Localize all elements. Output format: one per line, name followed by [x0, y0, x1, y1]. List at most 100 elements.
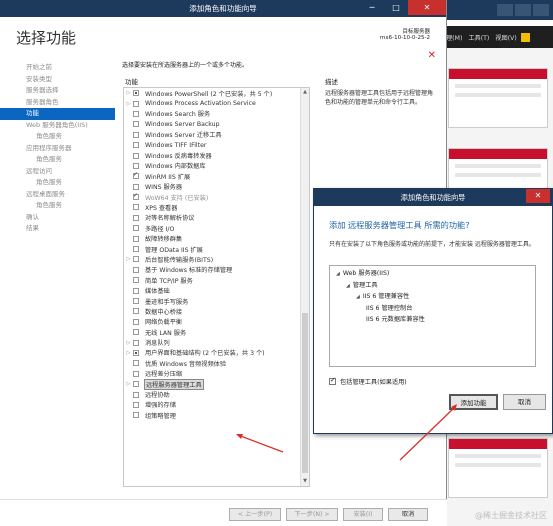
feature-checkbox[interactable]: [133, 214, 139, 221]
previous-button[interactable]: < 上一步(P): [229, 508, 281, 521]
scroll-thumb[interactable]: [302, 313, 308, 473]
nav-item[interactable]: 服务器角色: [0, 97, 115, 109]
menu-view[interactable]: 视图(V): [495, 33, 516, 42]
feature-checkbox[interactable]: [133, 401, 139, 408]
dialog-cancel-button[interactable]: 取消: [503, 394, 546, 410]
include-tools-checkbox[interactable]: 包括管理工具(如果适用): [329, 376, 407, 386]
nav-item[interactable]: 开始之前: [0, 62, 115, 74]
install-button[interactable]: 安装(I): [343, 508, 383, 521]
menu-tools[interactable]: 工具(T): [468, 33, 489, 42]
close-button[interactable]: ✕: [408, 0, 446, 15]
feature-row[interactable]: 墨迹和手写服务: [124, 296, 309, 306]
feature-row[interactable]: WoW64 支持 (已安装): [124, 192, 309, 202]
feature-checkbox[interactable]: [133, 100, 139, 107]
feature-row[interactable]: 无线 LAN 服务: [124, 327, 309, 337]
cancel-button[interactable]: 取消: [388, 508, 428, 521]
menu-manage[interactable]: 理(M): [446, 33, 462, 42]
feature-checkbox[interactable]: [133, 171, 139, 180]
feature-row[interactable]: 增强的存储: [124, 400, 309, 410]
feature-checkbox[interactable]: [133, 391, 139, 398]
feature-row[interactable]: ▷ 后台智能传输服务(BITS): [124, 254, 309, 264]
feature-row[interactable]: Windows 反病毒转发器: [124, 150, 309, 160]
nav-item[interactable]: 角色服务: [0, 154, 115, 166]
feature-row[interactable]: 数据中心桥接: [124, 306, 309, 316]
expand-icon[interactable]: ▷: [124, 381, 133, 387]
feature-checkbox[interactable]: [133, 381, 139, 388]
scroll-up-icon[interactable]: ▲: [301, 88, 309, 97]
feature-row[interactable]: Windows Server Backup: [124, 119, 309, 129]
expand-icon[interactable]: ▷: [124, 90, 133, 96]
nav-item[interactable]: 应用程序服务器: [0, 143, 115, 155]
feature-row[interactable]: 网络负载平衡: [124, 317, 309, 327]
checkbox-checked-icon[interactable]: [329, 376, 336, 385]
feature-checkbox[interactable]: [133, 183, 139, 190]
maximize-button[interactable]: □: [384, 0, 408, 15]
feature-checkbox[interactable]: [133, 121, 139, 128]
feature-checkbox[interactable]: [133, 142, 139, 149]
feature-checkbox[interactable]: [133, 235, 139, 242]
feature-row[interactable]: Windows TIFF IFilter: [124, 140, 309, 150]
feature-checkbox[interactable]: [133, 256, 139, 263]
feature-row[interactable]: 远程协助: [124, 389, 309, 399]
feature-checkbox[interactable]: [133, 246, 139, 253]
nav-item[interactable]: 安装类型: [0, 74, 115, 86]
feature-row[interactable]: 对等名称解析协议: [124, 213, 309, 223]
feature-checkbox[interactable]: [133, 152, 139, 159]
nav-item[interactable]: 角色服务: [0, 200, 115, 212]
expand-icon[interactable]: ▷: [124, 101, 133, 107]
feature-row[interactable]: ▷ Windows Process Activation Service: [124, 98, 309, 108]
feature-row[interactable]: 简单 TCP/IP 服务: [124, 275, 309, 285]
dialog-close-button[interactable]: ✕: [526, 189, 550, 203]
feature-row[interactable]: 管理 OData IIS 扩展: [124, 244, 309, 254]
scroll-down-icon[interactable]: ▼: [301, 477, 309, 486]
feature-row[interactable]: WINS 服务器: [124, 182, 309, 192]
nav-item[interactable]: 角色服务: [0, 177, 115, 189]
feature-row[interactable]: ▷ 用户界面和基础结构 (2 个已安装，共 3 个): [124, 348, 309, 358]
tree-expanded-icon[interactable]: ◢: [336, 271, 340, 277]
feature-row[interactable]: 基于 Windows 标准的存储管理: [124, 265, 309, 275]
feature-checkbox[interactable]: [133, 277, 139, 284]
nav-item[interactable]: 确认: [0, 212, 115, 224]
next-button[interactable]: 下一步(N) >: [286, 508, 338, 521]
tree-expanded-icon[interactable]: ◢: [356, 294, 360, 300]
feature-row[interactable]: Windows 内部数据库: [124, 161, 309, 171]
nav-item[interactable]: Web 服务器角色(IIS): [0, 120, 115, 132]
minimize-button[interactable]: ─: [360, 0, 384, 15]
feature-checkbox[interactable]: [133, 131, 139, 138]
feature-checkbox[interactable]: [133, 370, 139, 377]
feature-checkbox[interactable]: [133, 360, 139, 367]
expand-icon[interactable]: ▷: [124, 340, 133, 346]
nav-item[interactable]: 功能: [0, 108, 115, 120]
flag-icon[interactable]: [520, 32, 530, 42]
feature-checkbox[interactable]: [133, 287, 139, 294]
feature-checkbox[interactable]: [133, 339, 139, 346]
feature-checkbox[interactable]: [133, 110, 139, 117]
tree-expanded-icon[interactable]: ◢: [346, 283, 350, 289]
feature-checkbox[interactable]: [133, 308, 139, 315]
feature-row[interactable]: 故障转移群集: [124, 233, 309, 243]
feature-checkbox[interactable]: [133, 192, 139, 201]
feature-row[interactable]: 优质 Windows 音频视频体验: [124, 358, 309, 368]
feature-row[interactable]: 组策略管理: [124, 410, 309, 420]
feature-row[interactable]: 多路径 I/O: [124, 223, 309, 233]
feature-row[interactable]: ▷ Windows PowerShell (2 个已安装，共 5 个): [124, 88, 309, 98]
feature-row[interactable]: WinRM IIS 扩展: [124, 171, 309, 181]
feature-checkbox[interactable]: [133, 329, 139, 336]
feature-row[interactable]: 媒体基础: [124, 285, 309, 295]
feature-row[interactable]: 远程差分压缩: [124, 369, 309, 379]
feature-row[interactable]: ▷ 消息队列: [124, 337, 309, 347]
feature-checkbox[interactable]: [133, 225, 139, 232]
feature-row[interactable]: Windows Search 服务: [124, 109, 309, 119]
expand-icon[interactable]: ▷: [124, 256, 133, 262]
nav-item[interactable]: 结果: [0, 223, 115, 235]
features-list[interactable]: ▷ Windows PowerShell (2 个已安装，共 5 个) ▷ Windo…: [123, 87, 310, 487]
feature-checkbox[interactable]: [133, 162, 139, 169]
feature-checkbox[interactable]: [133, 266, 139, 273]
feature-row[interactable]: ▷ 远程服务器管理工具: [124, 378, 309, 390]
feature-row[interactable]: XPS 查看器: [124, 202, 309, 212]
nav-item[interactable]: 远程访问: [0, 166, 115, 178]
feature-checkbox[interactable]: [133, 349, 139, 356]
nav-item[interactable]: 服务器选择: [0, 85, 115, 97]
feature-checkbox[interactable]: [133, 204, 139, 211]
feature-checkbox[interactable]: [133, 318, 139, 325]
